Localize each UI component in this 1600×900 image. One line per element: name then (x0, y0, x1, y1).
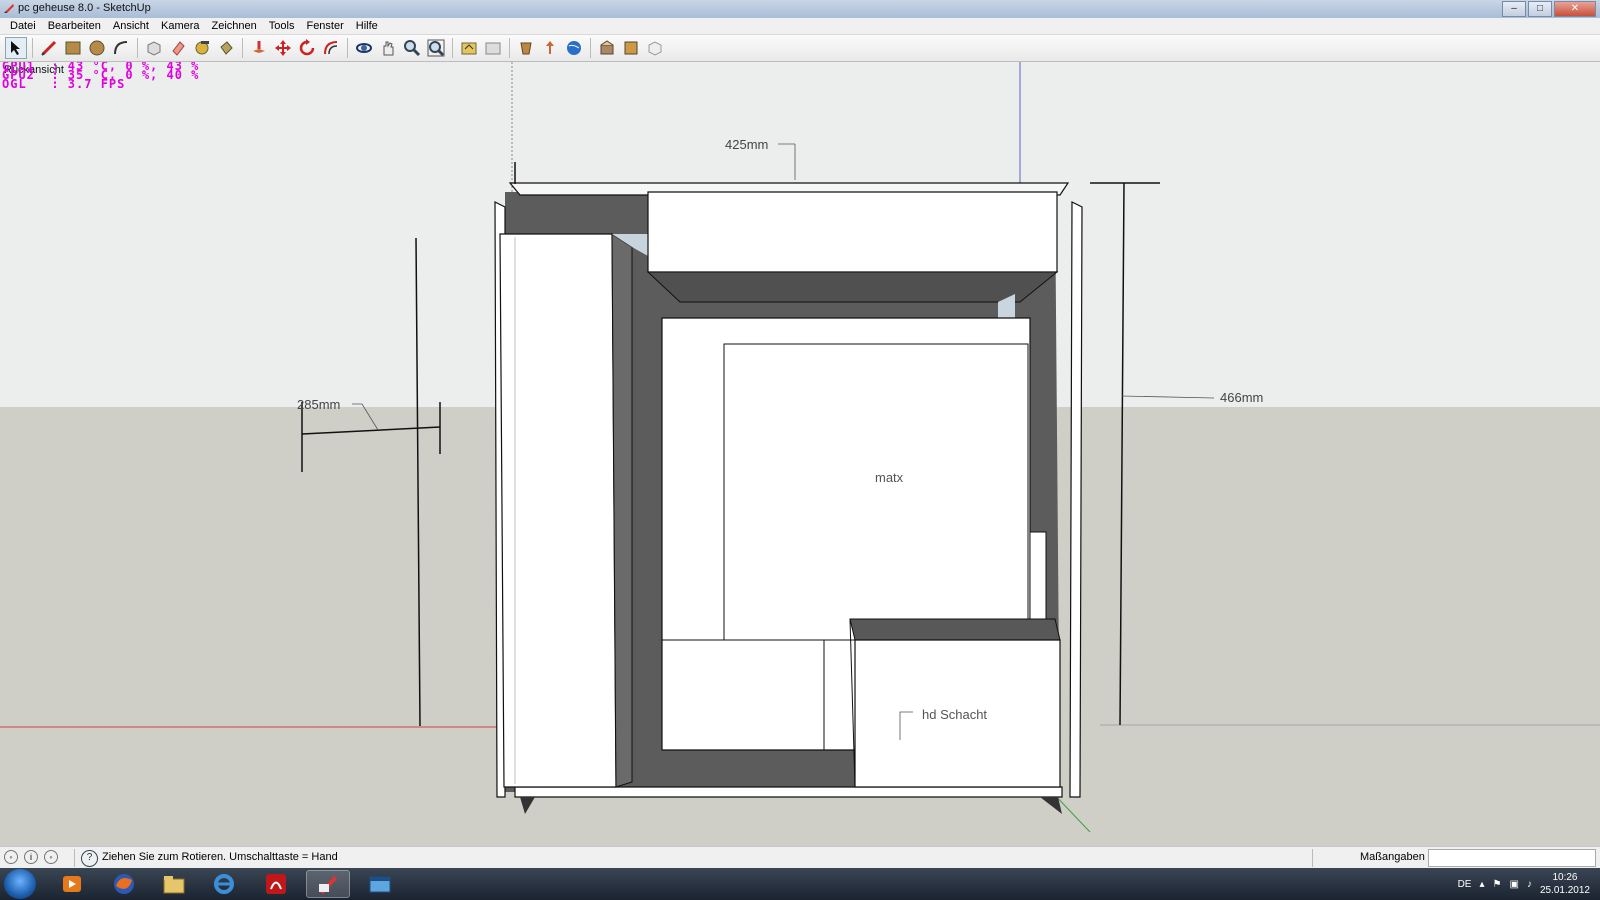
menu-ansicht[interactable]: Ansicht (107, 20, 155, 32)
sketchup-app-icon (4, 4, 14, 13)
status-bar: ◦ i ◦ ? Ziehen Sie zum Rotieren. Umschal… (0, 846, 1600, 869)
minimize-button[interactable]: – (1502, 1, 1526, 17)
toolbar-separator (32, 38, 33, 58)
push-pull-icon[interactable] (248, 37, 270, 59)
extension-warehouse-icon[interactable] (596, 37, 618, 59)
zoom-icon[interactable] (401, 37, 423, 59)
arc-icon[interactable] (110, 37, 132, 59)
geo-location-icon[interactable]: ◦ (4, 850, 18, 864)
menu-datei[interactable]: Datei (4, 20, 42, 32)
dim-height-label[interactable]: 466mm (1220, 390, 1263, 405)
sketchup-taskbar-icon[interactable] (306, 870, 350, 898)
windows-taskbar: DE ▴ ⚑ ▣ ♪ 10:26 25.01.2012 (0, 868, 1600, 900)
tape-measure-icon[interactable] (191, 37, 213, 59)
dim-depth-label[interactable]: 285mm (297, 397, 340, 412)
clock-date: 25.01.2012 (1539, 885, 1590, 896)
firefox-icon[interactable] (102, 870, 146, 898)
language-indicator[interactable]: DE (1458, 879, 1472, 890)
status-separator (74, 849, 75, 867)
explorer-icon[interactable] (152, 870, 196, 898)
toolbar-separator (137, 38, 138, 58)
menu-fenster[interactable]: Fenster (300, 20, 349, 32)
move-icon[interactable] (272, 37, 294, 59)
top-drive-underside (646, 271, 1059, 303)
case-right-wall (1069, 201, 1083, 798)
volume-icon[interactable]: ♪ (1527, 879, 1532, 890)
toolbar-separator (242, 38, 243, 58)
case-bottom-rim (514, 786, 1063, 798)
hd-bay-top (849, 618, 1061, 641)
section-icon[interactable] (644, 37, 666, 59)
pan-icon[interactable] (377, 37, 399, 59)
model-canvas[interactable]: 425mm 466mm 285mm matx hd Schacht (0, 62, 1600, 846)
menu-tools[interactable]: Tools (263, 20, 301, 32)
modeling-viewport[interactable]: 425mm 466mm 285mm matx hd Schacht Rückan… (0, 62, 1600, 846)
media-player-icon[interactable] (50, 870, 94, 898)
orbit-icon[interactable] (353, 37, 375, 59)
paint-bucket-icon[interactable] (215, 37, 237, 59)
toolbar-separator (590, 38, 591, 58)
system-tray: DE ▴ ⚑ ▣ ♪ 10:26 25.01.2012 (1458, 868, 1590, 900)
network-icon[interactable]: ▣ (1509, 879, 1518, 890)
menu-kamera[interactable]: Kamera (155, 20, 206, 32)
close-button[interactable]: ✕ (1554, 1, 1596, 17)
show-hidden-icons-icon[interactable]: ▴ (1479, 879, 1484, 890)
toolbar-separator (509, 38, 510, 58)
toolbar-separator (452, 38, 453, 58)
maximize-button[interactable]: □ (1528, 1, 1552, 17)
clock-time: 10:26 (1552, 872, 1578, 883)
dim-width-label[interactable]: 425mm (725, 137, 768, 152)
start-button[interactable] (4, 869, 36, 899)
status-separator (1312, 849, 1313, 867)
status-hint: Ziehen Sie zum Rotieren. Umschalttaste =… (102, 851, 338, 863)
get-models-icon[interactable] (515, 37, 537, 59)
hd-bay-label[interactable]: hd Schacht (922, 707, 987, 722)
gpu-osd-overlay: GPU1 : 43 °C, 0 %, 43 % GPU2 : 35 °C, 0 %… (2, 62, 199, 90)
make-component-icon[interactable] (143, 37, 165, 59)
menu-bar: Datei Bearbeiten Ansicht Kamera Zeichnen… (0, 18, 1600, 35)
share-model-icon[interactable] (539, 37, 561, 59)
title-bar: pc geheuse 8.0 - SketchUp – □ ✕ (0, 0, 1600, 19)
rotate-icon[interactable] (296, 37, 318, 59)
google-earth-icon[interactable] (563, 37, 585, 59)
measurements-input[interactable] (1428, 849, 1596, 867)
internet-explorer-icon[interactable] (202, 870, 246, 898)
measurements-label: Maßangaben (1360, 851, 1425, 863)
menu-bearbeiten[interactable]: Bearbeiten (42, 20, 107, 32)
select-icon[interactable] (5, 37, 27, 59)
offset-icon[interactable] (320, 37, 342, 59)
next-view-icon[interactable] (482, 37, 504, 59)
side-slot (1029, 531, 1047, 623)
main-toolbar (0, 35, 1600, 62)
matx-label[interactable]: matx (875, 470, 904, 485)
circle-icon[interactable] (86, 37, 108, 59)
menu-hilfe[interactable]: Hilfe (350, 20, 384, 32)
acrobat-icon[interactable] (254, 870, 298, 898)
eraser-icon[interactable] (167, 37, 189, 59)
menu-zeichnen[interactable]: Zeichnen (206, 20, 263, 32)
psu-column (499, 233, 617, 788)
clock[interactable]: 10:26 25.01.2012 (1540, 871, 1590, 897)
zoom-extents-icon[interactable] (425, 37, 447, 59)
top-drive-block (647, 191, 1058, 273)
rectangle-icon[interactable] (62, 37, 84, 59)
help-icon[interactable]: ? (81, 850, 98, 867)
layout-icon[interactable] (620, 37, 642, 59)
pencil-line-icon[interactable] (38, 37, 60, 59)
user-icon[interactable]: ◦ (44, 850, 58, 864)
credits-icon[interactable]: i (24, 850, 38, 864)
window-switcher-icon[interactable] (358, 870, 402, 898)
psu-column-side (611, 233, 633, 788)
toolbar-separator (347, 38, 348, 58)
action-center-flag-icon[interactable]: ⚑ (1493, 879, 1502, 890)
previous-view-icon[interactable] (458, 37, 480, 59)
window-title: pc geheuse 8.0 - SketchUp (18, 2, 151, 14)
matx-board (723, 343, 1029, 641)
